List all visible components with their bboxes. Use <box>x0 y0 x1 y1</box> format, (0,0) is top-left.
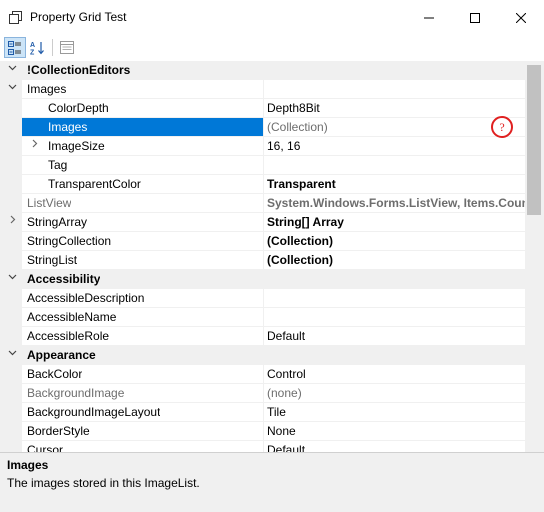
chevron-down-icon[interactable] <box>6 80 18 98</box>
property-value[interactable] <box>264 156 525 174</box>
property-value[interactable]: (Collection) <box>264 251 525 269</box>
property-pages-icon <box>60 41 74 54</box>
property-row[interactable]: StringArray String[] Array <box>0 213 525 232</box>
property-row[interactable]: StringCollection (Collection) <box>0 232 525 251</box>
property-row[interactable]: ImageSize 16, 16 <box>0 137 525 156</box>
property-name: BackColor <box>27 367 83 381</box>
property-row[interactable]: Images <box>0 80 525 99</box>
close-button[interactable] <box>498 0 544 35</box>
property-value[interactable]: Tile <box>264 403 525 421</box>
minimize-button[interactable] <box>406 0 452 35</box>
property-name: ListView <box>27 196 72 210</box>
property-value[interactable]: (none) <box>264 384 525 402</box>
property-row[interactable]: BackgroundImage (none) <box>0 384 525 403</box>
property-value[interactable] <box>264 289 525 307</box>
property-name: AccessibleRole <box>27 329 110 343</box>
property-name: Cursor <box>27 443 64 452</box>
property-name: ImageSize <box>48 139 105 153</box>
chevron-down-icon[interactable] <box>6 270 18 288</box>
property-name: BackgroundImageLayout <box>27 405 161 419</box>
scrollbar-thumb[interactable] <box>527 65 541 215</box>
alphabetical-sort-button[interactable]: A Z <box>27 37 49 58</box>
chevron-down-icon[interactable] <box>6 346 18 364</box>
property-grid[interactable]: !CollectionEditors Images ColorDepth Depth8… <box>0 61 525 452</box>
property-row[interactable]: BackgroundImageLayout Tile <box>0 403 525 422</box>
property-pages-button[interactable] <box>56 37 78 58</box>
help-marker-glyph: ? <box>499 119 505 134</box>
svg-text:Z: Z <box>30 49 35 55</box>
property-row[interactable]: StringList (Collection) <box>0 251 525 270</box>
property-value[interactable]: String[] Array <box>264 213 525 231</box>
property-value[interactable]: (Collection) <box>264 118 525 136</box>
close-icon <box>516 12 526 23</box>
property-row[interactable]: Images (Collection) <box>0 118 525 137</box>
property-value[interactable] <box>264 80 525 98</box>
property-row[interactable]: Cursor Default <box>0 441 525 452</box>
category-label: Accessibility <box>27 272 101 286</box>
window-title: Property Grid Test <box>30 10 127 24</box>
chevron-right-icon[interactable] <box>28 137 40 155</box>
property-row[interactable]: ListView System.Windows.Forms.ListView, I… <box>0 194 525 213</box>
property-name: StringArray <box>27 215 88 229</box>
categorized-view-icon <box>8 40 21 55</box>
alphabetical-sort-icon: A Z <box>30 41 44 55</box>
property-row[interactable]: AccessibleName <box>0 308 525 327</box>
category-label: Appearance <box>27 348 96 362</box>
property-value[interactable]: (Collection) <box>264 232 525 250</box>
property-row[interactable]: Tag <box>0 156 525 175</box>
toolbar-separator <box>52 39 53 56</box>
property-name: Images <box>48 120 88 134</box>
chevron-down-icon[interactable] <box>6 61 18 79</box>
property-value[interactable]: Default <box>264 441 525 452</box>
category-row[interactable]: !CollectionEditors <box>0 61 525 80</box>
svg-text:A: A <box>30 42 35 49</box>
category-label: !CollectionEditors <box>27 63 131 77</box>
maximize-icon <box>470 12 480 23</box>
category-row[interactable]: Appearance <box>0 346 525 365</box>
vertical-scrollbar[interactable] <box>525 61 544 452</box>
property-value[interactable]: None <box>264 422 525 440</box>
property-name: StringList <box>27 253 78 267</box>
property-row[interactable]: BorderStyle None <box>0 422 525 441</box>
help-description: The images stored in this ImageList. <box>7 476 200 490</box>
property-name: StringCollection <box>27 234 112 248</box>
property-row[interactable]: TransparentColor Transparent <box>0 175 525 194</box>
maximize-button[interactable] <box>452 0 498 35</box>
property-name: Tag <box>48 158 68 172</box>
property-value[interactable]: 16, 16 <box>264 137 525 155</box>
category-row[interactable]: Accessibility <box>0 270 525 289</box>
property-name: BackgroundImage <box>27 386 125 400</box>
property-name: AccessibleName <box>27 310 117 324</box>
property-row[interactable]: BackColor Control <box>0 365 525 384</box>
help-title: Images <box>7 458 49 472</box>
property-grid-toolbar: A Z <box>0 35 544 62</box>
question-mark-icon: ? <box>491 116 513 138</box>
property-row[interactable]: AccessibleDescription <box>0 289 525 308</box>
property-value[interactable] <box>264 308 525 326</box>
chevron-right-icon[interactable] <box>6 213 18 231</box>
property-row[interactable]: AccessibleRole Default <box>0 327 525 346</box>
minimize-icon <box>424 17 434 18</box>
property-value[interactable]: System.Windows.Forms.ListView, Items.Cou… <box>264 194 525 212</box>
title-bar: Property Grid Test <box>0 0 544 35</box>
property-name: BorderStyle <box>27 424 90 438</box>
property-name: TransparentColor <box>48 177 141 191</box>
property-name: ColorDepth <box>48 101 109 115</box>
property-value[interactable]: Default <box>264 327 525 345</box>
property-grid-app-icon <box>9 11 22 24</box>
property-value[interactable]: Control <box>264 365 525 383</box>
categorized-view-button[interactable] <box>4 37 26 58</box>
property-value[interactable]: Transparent <box>264 175 525 193</box>
help-pane: Images The images stored in this ImageLi… <box>0 452 544 512</box>
property-row[interactable]: ColorDepth Depth8Bit <box>0 99 525 118</box>
property-value[interactable]: Depth8Bit <box>264 99 525 117</box>
property-name: Images <box>27 82 67 96</box>
property-name: AccessibleDescription <box>27 291 145 305</box>
